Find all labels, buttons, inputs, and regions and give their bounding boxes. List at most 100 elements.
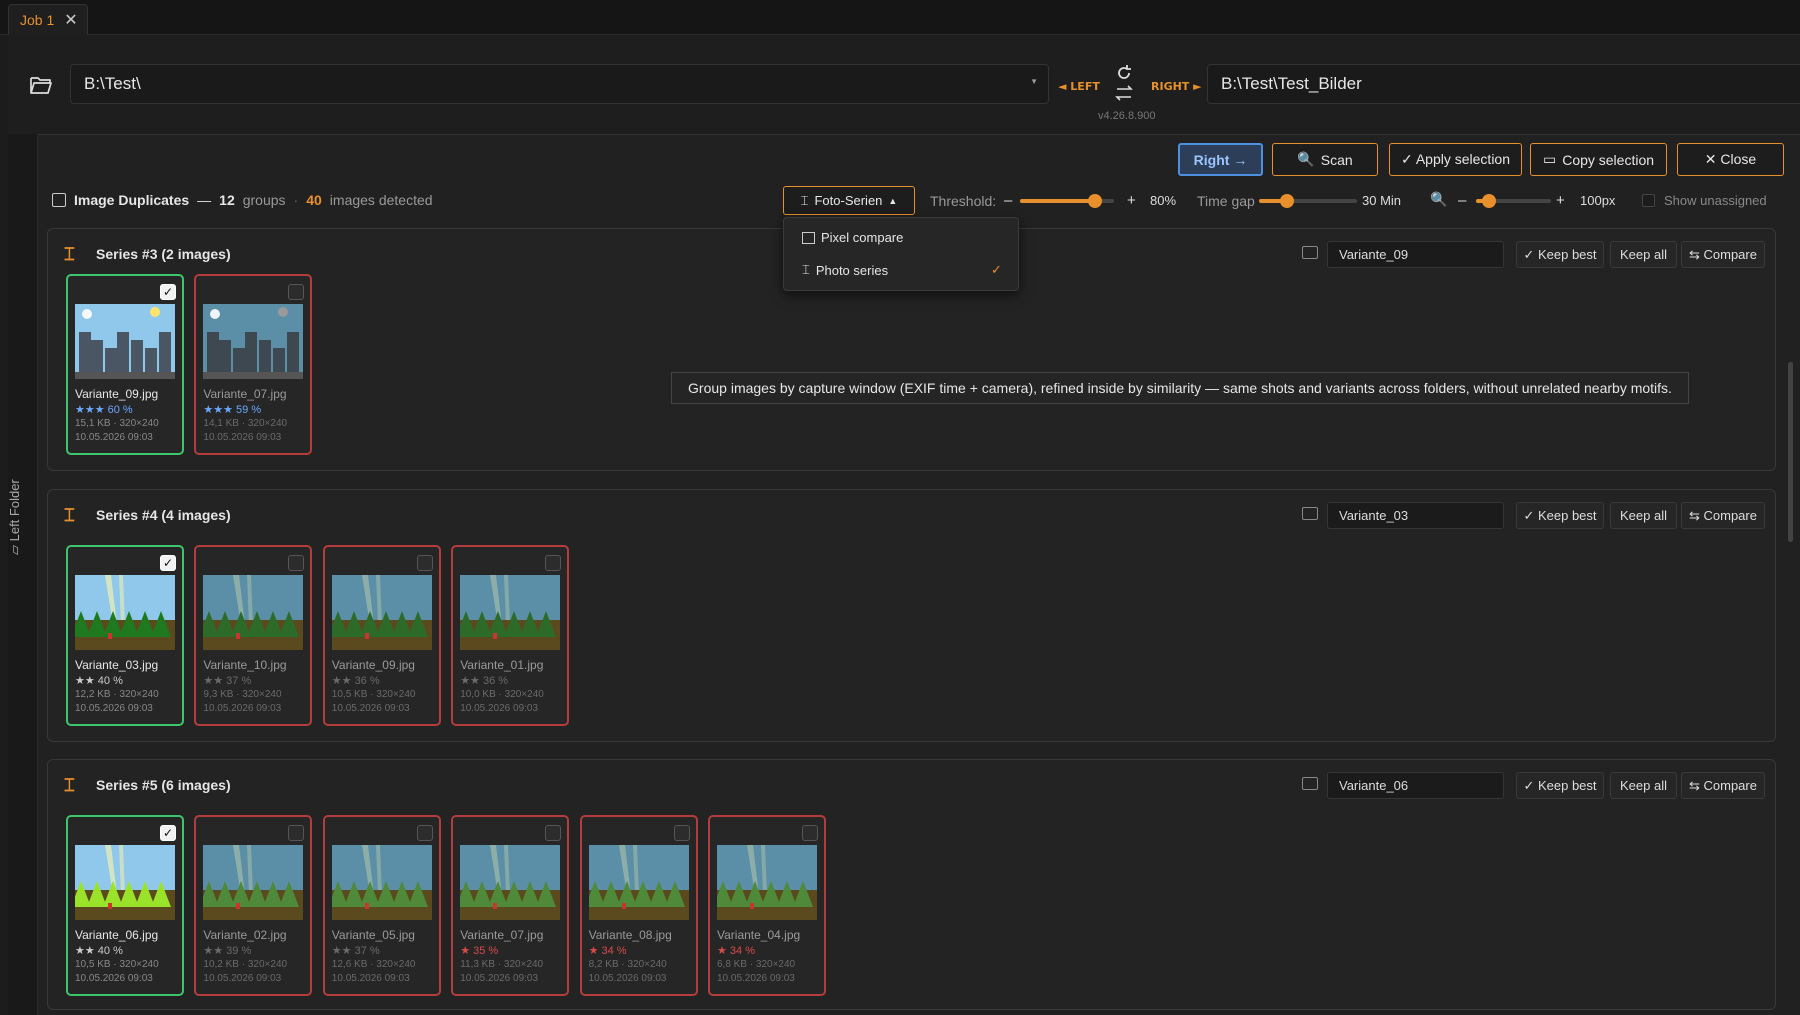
copy-selection-button[interactable]: ▭ Copy selection (1530, 143, 1667, 176)
thumbnail-card[interactable]: Variante_05.jpg ★★ 37 % 12,6 KB · 320×24… (322, 815, 441, 996)
direction-button[interactable]: Right → (1178, 143, 1263, 176)
zoom-knob[interactable] (1482, 194, 1496, 208)
thumbnail-rating: ★★★ 59 % (203, 404, 262, 416)
thumbnail-card[interactable]: Variante_01.jpg ★★ 36 % 10,0 KB · 320×24… (451, 545, 570, 726)
threshold-minus-button[interactable]: – (1004, 192, 1012, 209)
zoom-value: 100px (1580, 193, 1616, 208)
thumbnail-date: 10.05.2026 09:03 (717, 973, 795, 984)
thumbnail-card[interactable]: Variante_02.jpg ★★ 39 % 10,2 KB · 320×24… (194, 815, 313, 996)
right-path-input[interactable]: B:\Test\Test_Bilder (1207, 64, 1800, 104)
thumbnail-size: 15,1 KB · 320×240 (75, 418, 159, 429)
thumbnail-size: 12,2 KB · 320×240 (75, 689, 159, 700)
mode-select[interactable]: ⌶ Foto-Serien ▲ (783, 186, 915, 215)
thumbnail-date: 10.05.2026 09:03 (203, 432, 282, 443)
thumbnail-size: 11,3 KB · 320×240 (460, 959, 544, 970)
compare-button[interactable]: ⇆ Compare (1681, 502, 1765, 529)
thumbnail-image (75, 304, 175, 379)
thumbnail-image (460, 575, 561, 650)
thumbnail-image (460, 845, 561, 920)
compare-button[interactable]: ⇆ Compare (1681, 241, 1765, 268)
timegap-slider[interactable] (1259, 199, 1357, 203)
select-checkbox[interactable] (416, 555, 433, 571)
zoom-minus-button[interactable]: – (1458, 192, 1466, 209)
thumbnail-rating: ★★★ 60 % (75, 404, 133, 416)
select-checkbox[interactable]: ✓ (160, 825, 176, 841)
folder-icon[interactable] (1302, 507, 1318, 520)
thumbnail-date: 10.05.2026 09:03 (75, 703, 153, 714)
keep-all-button[interactable]: Keep all (1610, 772, 1677, 799)
thumbnail-card[interactable]: ✓ Variante_09.jpg ★★★ 60 % 15,1 KB · 320… (66, 274, 184, 455)
thumbnail-image (331, 575, 432, 650)
select-checkbox[interactable] (545, 555, 562, 571)
series-icon: ⌶ (802, 262, 810, 277)
keep-best-button[interactable]: ✓ Keep best (1516, 772, 1604, 799)
thumbnail-card[interactable]: Variante_10.jpg ★★ 37 % 9,3 KB · 320×240… (194, 545, 313, 726)
tab-job-1[interactable]: Job 1 ✕ (8, 4, 88, 35)
group-name-value: Variante_03 (1339, 508, 1409, 523)
select-checkbox[interactable] (802, 825, 818, 841)
open-folder-icon[interactable] (29, 74, 53, 96)
dropdown-item-photo-series[interactable]: ⌶ Photo series (802, 262, 888, 278)
dropdown-item-pixel-compare[interactable]: Pixel compare (802, 230, 903, 245)
series-icon: ⌶ (64, 505, 75, 525)
compare-button[interactable]: ⇆ Compare (1681, 772, 1765, 799)
scan-button[interactable]: 🔍 Scan (1272, 143, 1378, 176)
zoom-plus-button[interactable]: + (1556, 192, 1565, 209)
group-name-input[interactable]: Variante_06 (1327, 772, 1504, 799)
select-checkbox[interactable] (545, 825, 562, 841)
select-checkbox[interactable] (288, 825, 305, 841)
left-folder-strip[interactable] (8, 134, 38, 1015)
refresh-icon[interactable] (1114, 63, 1134, 83)
summary: Image Duplicates — 12 groups · 40 images… (52, 192, 433, 208)
keep-all-button[interactable]: Keep all (1610, 241, 1677, 268)
select-checkbox[interactable]: ✓ (160, 555, 176, 571)
thumbnail-rating: ★ 34 % (717, 945, 755, 957)
keep-best-label: ✓ Keep best (1523, 777, 1597, 793)
select-checkbox[interactable]: ✓ (160, 284, 176, 300)
show-unassigned-checkbox[interactable] (1642, 194, 1655, 207)
select-checkbox[interactable] (416, 825, 433, 841)
threshold-fill (1020, 199, 1095, 203)
thumbnail-card[interactable]: ✓ Variante_03.jpg ★★ 40 % 12,2 KB · 320×… (66, 545, 184, 726)
keep-best-button[interactable]: ✓ Keep best (1516, 241, 1604, 268)
close-button[interactable]: ✕ Close (1677, 143, 1784, 176)
thumbnail-card[interactable]: Variante_07.jpg ★ 35 % 11,3 KB · 320×240… (451, 815, 570, 996)
group-name-input[interactable]: Variante_09 (1327, 241, 1504, 268)
select-checkbox[interactable] (288, 284, 305, 300)
apply-label: ✓ Apply selection (1400, 151, 1510, 167)
thumbnail-filename: Variante_09.jpg (75, 387, 159, 401)
keep-all-button[interactable]: Keep all (1610, 502, 1677, 529)
show-unassigned-label: Show unassigned (1664, 193, 1767, 208)
left-path-combo[interactable]: B:\Test\ ▼ (70, 64, 1049, 104)
thumbnail-date: 10.05.2026 09:03 (588, 973, 667, 984)
folder-icon[interactable] (1302, 246, 1318, 259)
group-name-input[interactable]: Variante_03 (1327, 502, 1504, 529)
thumbnail-image (588, 845, 689, 920)
thumbnail-card[interactable]: Variante_09.jpg ★★ 36 % 10,5 KB · 320×24… (322, 545, 441, 726)
thumbnail-image (75, 845, 175, 920)
thumbnail-filename: Variante_08.jpg (588, 928, 672, 942)
thumbnail-image (203, 845, 304, 920)
thumbnail-rating: ★★ 37 % (331, 945, 380, 957)
select-checkbox[interactable] (288, 555, 305, 571)
threshold-knob[interactable] (1088, 194, 1102, 208)
thumbnail-card[interactable]: Variante_07.jpg ★★★ 59 % 14,1 KB · 320×2… (194, 274, 313, 455)
thumbnail-filename: Variante_04.jpg (717, 928, 801, 942)
thumbnail-size: 10,0 KB · 320×240 (460, 689, 544, 700)
thumbnail-rating: ★ 35 % (460, 945, 499, 957)
thumbnail-card[interactable]: Variante_04.jpg ★ 34 % 6,8 KB · 320×240 … (708, 815, 826, 996)
folder-icon[interactable] (1302, 777, 1318, 790)
thumbnail-rating: ★★ 40 % (75, 675, 123, 687)
left-folder-label: ▱ Left Folder (7, 479, 23, 555)
thumbnail-card[interactable]: Variante_08.jpg ★ 34 % 8,2 KB · 320×240 … (579, 815, 698, 996)
scrollbar-thumb[interactable] (1788, 362, 1793, 542)
keep-best-button[interactable]: ✓ Keep best (1516, 502, 1604, 529)
tab-close-icon[interactable]: ✕ (64, 10, 77, 30)
apply-selection-button[interactable]: ✓ Apply selection (1389, 143, 1522, 176)
thumbnail-card[interactable]: ✓ Variante_06.jpg ★★ 40 % 10,5 KB · 320×… (66, 815, 184, 996)
threshold-plus-button[interactable]: + (1127, 192, 1136, 209)
timegap-knob[interactable] (1280, 194, 1294, 208)
swap-icon[interactable] (1114, 84, 1134, 102)
select-checkbox[interactable] (673, 825, 690, 841)
check-icon: ✓ (991, 262, 1002, 277)
